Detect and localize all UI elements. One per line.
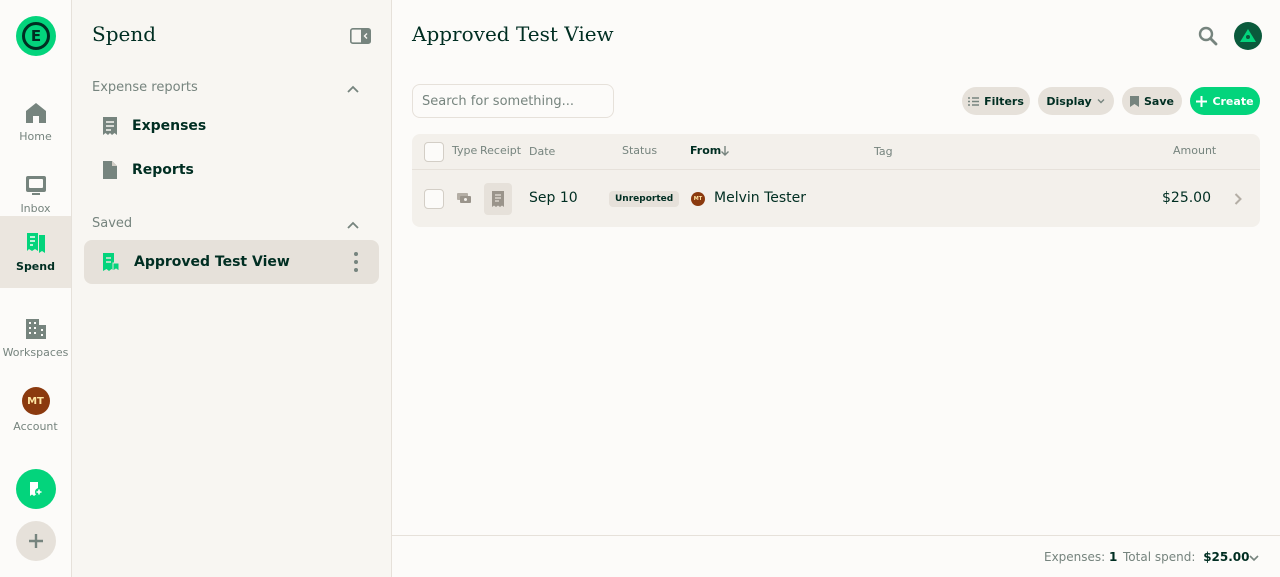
- chevron-down-icon: [1097, 99, 1105, 104]
- saved-search-icon: [103, 253, 120, 272]
- column-header-status[interactable]: Status: [622, 144, 657, 157]
- expenses-table: Type Receipt Date Status From Tag Amount…: [412, 134, 1260, 227]
- column-header-type[interactable]: Type: [452, 144, 477, 157]
- building-icon: [25, 319, 46, 339]
- search-icon[interactable]: [1198, 26, 1218, 46]
- home-icon: [25, 103, 46, 123]
- sidebar-item-reports[interactable]: Reports: [84, 148, 379, 192]
- logo-letter: E: [22, 22, 50, 50]
- nav-account-label: Account: [13, 420, 58, 433]
- column-header-date[interactable]: Date: [529, 145, 555, 158]
- nav-inbox-label: Inbox: [20, 202, 51, 215]
- receipt-thumbnail[interactable]: [484, 183, 512, 215]
- create-plus-button[interactable]: [16, 521, 56, 561]
- spend-icon: [26, 233, 45, 253]
- expenses-count-label: Expenses:: [1044, 550, 1106, 564]
- sidebar-item-label: Approved Test View: [134, 254, 290, 270]
- expensify-logo[interactable]: E: [16, 16, 56, 56]
- page-title: Approved Test View: [412, 22, 614, 46]
- sidebar-item-expenses[interactable]: Expenses: [84, 104, 379, 148]
- inbox-icon: [25, 176, 46, 195]
- select-all-checkbox[interactable]: [424, 142, 444, 162]
- save-label: Save: [1144, 94, 1174, 108]
- nav-account[interactable]: MT Account: [0, 374, 71, 446]
- create-label: Create: [1212, 94, 1254, 108]
- section-heading-saved: Saved: [92, 216, 133, 231]
- expenses-count-value: 1: [1109, 550, 1118, 564]
- save-button[interactable]: Save: [1122, 87, 1182, 115]
- sidebar-item-approved-test-view[interactable]: Approved Test View: [84, 240, 379, 284]
- total-spend-label: Total spend:: [1123, 550, 1196, 564]
- row-date: Sep 10: [529, 190, 578, 206]
- display-label: Display: [1046, 94, 1092, 108]
- table-row[interactable]: Sep 10 Unreported MT Melvin Tester $25.0…: [412, 171, 1260, 227]
- from-avatar: MT: [691, 192, 705, 206]
- chevron-up-icon[interactable]: [346, 218, 360, 232]
- nav-spend-label: Spend: [16, 260, 55, 273]
- display-button[interactable]: Display: [1038, 87, 1114, 115]
- chevron-up-icon[interactable]: [346, 82, 360, 96]
- spend-sidebar: Spend Expense reports Expenses Reports S…: [72, 0, 392, 577]
- document-icon: [103, 161, 117, 179]
- column-header-from[interactable]: From: [690, 144, 721, 157]
- main-content: Approved Test View Filters Display Save …: [392, 0, 1280, 577]
- nav-home-label: Home: [19, 130, 52, 143]
- summary-footer: Expenses: 1 Total spend: $25.00: [392, 535, 1280, 577]
- nav-workspaces-label: Workspaces: [2, 346, 69, 359]
- nav-home[interactable]: Home: [0, 86, 71, 158]
- filter-icon: [968, 96, 980, 106]
- receipt-icon: [492, 191, 504, 207]
- expenses-count-text: Expenses: 1: [1044, 550, 1117, 564]
- column-header-amount[interactable]: Amount: [1173, 144, 1216, 157]
- total-spend-value: $25.00: [1203, 550, 1250, 564]
- account-avatar: MT: [21, 387, 50, 415]
- sidebar-title: Spend: [92, 22, 157, 46]
- section-heading-expense-reports: Expense reports: [92, 80, 198, 95]
- column-header-receipt[interactable]: Receipt: [480, 144, 521, 157]
- row-checkbox[interactable]: [424, 189, 444, 209]
- new-expense-button[interactable]: [16, 469, 56, 509]
- chevron-right-icon[interactable]: [1233, 192, 1243, 206]
- plus-icon: [29, 534, 43, 548]
- more-options-icon[interactable]: [353, 252, 359, 272]
- status-badge: Unreported: [609, 191, 680, 207]
- column-header-tag[interactable]: Tag: [874, 145, 893, 158]
- arrow-down-icon: [721, 146, 729, 156]
- total-spend-text: Total spend: $25.00: [1123, 550, 1250, 564]
- nav-spend[interactable]: Spend: [0, 216, 71, 288]
- sidebar-item-label: Expenses: [132, 118, 207, 134]
- filters-button[interactable]: Filters: [962, 87, 1030, 115]
- sidebar-item-label: Reports: [132, 162, 194, 178]
- nav-rail: E Home Inbox Spend Workspaces MT Account: [0, 0, 72, 577]
- bookmark-icon: [1130, 95, 1139, 107]
- chevron-down-icon[interactable]: [1248, 552, 1260, 564]
- filters-label: Filters: [984, 94, 1024, 108]
- mountain-avatar-icon: [1240, 29, 1256, 42]
- plus-icon: [1196, 95, 1208, 107]
- nav-workspaces[interactable]: Workspaces: [0, 302, 71, 374]
- receipt-icon: [103, 117, 117, 135]
- row-from: Melvin Tester: [714, 190, 807, 206]
- create-button[interactable]: Create: [1190, 87, 1260, 115]
- cash-icon: [457, 193, 471, 203]
- table-header: Type Receipt Date Status From Tag Amount: [412, 134, 1260, 170]
- row-amount: $25.00: [1162, 190, 1211, 206]
- user-avatar[interactable]: [1234, 22, 1262, 50]
- receipt-add-icon: [30, 482, 43, 496]
- search-input[interactable]: [412, 84, 614, 118]
- collapse-sidebar-icon[interactable]: [350, 28, 371, 44]
